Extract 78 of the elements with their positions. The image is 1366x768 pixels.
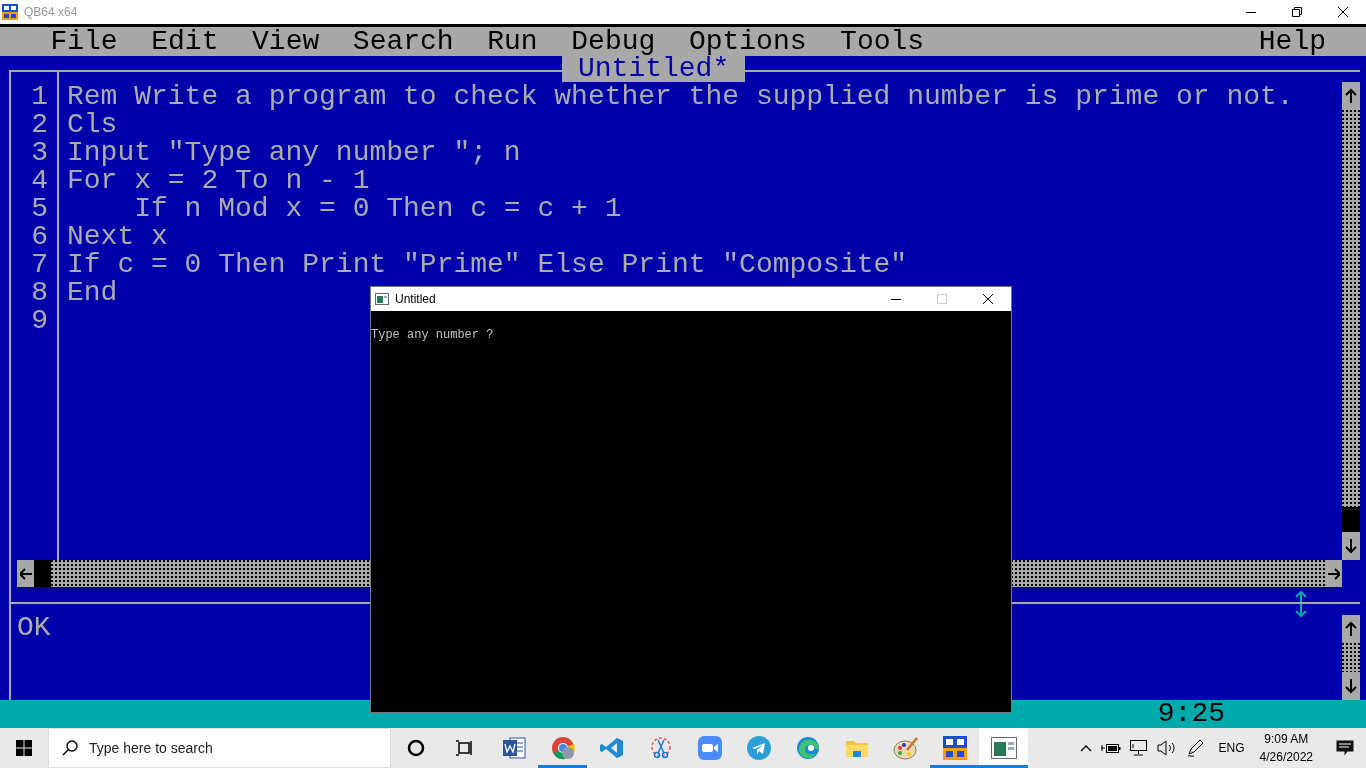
resize-icon[interactable] — [1295, 590, 1307, 618]
line-number: 6 — [30, 223, 48, 251]
task-view-icon — [455, 739, 474, 757]
window-title: Untitled — [395, 292, 436, 306]
line-number: 1 — [30, 83, 48, 111]
line-number: 3 — [30, 139, 48, 167]
search-icon — [62, 740, 78, 756]
paper-plane-icon — [746, 736, 771, 760]
line-number: 4 — [30, 167, 48, 195]
window-icon — [990, 737, 1017, 759]
close-icon — [983, 294, 993, 304]
scroll-up-button[interactable] — [1342, 82, 1360, 110]
scroll-up-button[interactable] — [1342, 615, 1360, 643]
scroll-thumb[interactable] — [34, 560, 51, 587]
right-arrow-icon — [1327, 565, 1340, 582]
menu-item[interactable]: File — [50, 27, 118, 56]
menu-item[interactable]: Options — [688, 27, 807, 56]
line-number: 2 — [30, 111, 48, 139]
line-number: 9 — [30, 307, 48, 335]
close-icon — [1338, 7, 1348, 17]
code-line[interactable]: Input "Type any number "; n — [67, 139, 521, 167]
menu-item[interactable]: View — [252, 27, 320, 56]
scrollbar[interactable] — [1342, 615, 1360, 700]
scroll-thumb[interactable] — [1342, 507, 1360, 532]
down-arrow-icon — [1345, 538, 1357, 554]
code-line[interactable]: If c = 0 Then Print "Prime" Else Print "Composite" — [67, 251, 908, 279]
window-title: QB64 x64 — [24, 5, 78, 19]
window-icon — [375, 293, 389, 305]
code-editor-icon — [599, 736, 624, 760]
menu-item[interactable]: Debug — [571, 27, 656, 56]
left-arrow-icon — [19, 565, 32, 582]
menu-item[interactable]: Search — [352, 27, 454, 56]
code-line[interactable]: If n Mod x = 0 Then c = c + 1 — [67, 195, 622, 223]
line-number: 7 — [30, 251, 48, 279]
menu-item[interactable]: Tools — [840, 27, 925, 56]
line-number: 5 — [30, 195, 48, 223]
scroll-right-button[interactable] — [1325, 560, 1342, 587]
document-icon — [501, 736, 526, 760]
code-line[interactable]: Cls — [67, 111, 118, 139]
chevron-up-icon[interactable] — [1079, 744, 1092, 752]
video-camera-icon — [697, 736, 722, 760]
speaker-icon[interactable] — [1156, 740, 1177, 756]
console-output: Type any number ? — [371, 328, 494, 342]
scissors-icon — [648, 736, 673, 760]
windows-logo-icon — [16, 740, 32, 756]
menu-item[interactable]: Edit — [151, 27, 219, 56]
immediate-output: OK — [17, 612, 51, 643]
restore-icon — [1292, 7, 1302, 17]
code-line[interactable]: For x = 2 To n - 1 — [67, 167, 370, 195]
browser-icon — [550, 736, 575, 760]
maximize-icon — [937, 294, 947, 304]
up-arrow-icon — [1345, 88, 1357, 104]
language-indicator[interactable]: ENG — [1218, 741, 1245, 755]
down-arrow-icon — [1345, 678, 1357, 694]
network-icon[interactable] — [1129, 740, 1148, 756]
cursor-position: 9:25 — [1157, 700, 1225, 728]
cortana-icon — [406, 739, 425, 757]
code-line[interactable]: End — [67, 279, 118, 307]
battery-icon[interactable] — [1100, 741, 1121, 755]
clock-time[interactable]: 9:09 AM — [1264, 730, 1309, 748]
code-line[interactable]: Rem Write a program to check whether the supplied number is prime or not. — [67, 83, 1294, 111]
code-line[interactable]: Next x — [67, 223, 168, 251]
clock-date[interactable]: 4/26/2022 — [1259, 748, 1313, 766]
app-logo-icon — [942, 736, 967, 760]
browser-icon — [795, 736, 820, 760]
notification-icon[interactable] — [1336, 740, 1354, 756]
scroll-down-button[interactable] — [1342, 532, 1360, 560]
scroll-down-button[interactable] — [1342, 672, 1360, 700]
line-number: 8 — [30, 279, 48, 307]
menu-item[interactable]: Run — [487, 27, 538, 56]
up-arrow-icon — [1345, 621, 1357, 637]
palette-icon — [892, 736, 919, 760]
pen-icon[interactable] — [1185, 739, 1204, 757]
menu-item[interactable]: Help — [1258, 27, 1326, 56]
scroll-left-button[interactable] — [17, 560, 34, 587]
search-field[interactable]: Type here to search — [48, 728, 391, 768]
scrollbar[interactable] — [1342, 82, 1360, 560]
editor-title: Untitled* — [562, 56, 746, 82]
